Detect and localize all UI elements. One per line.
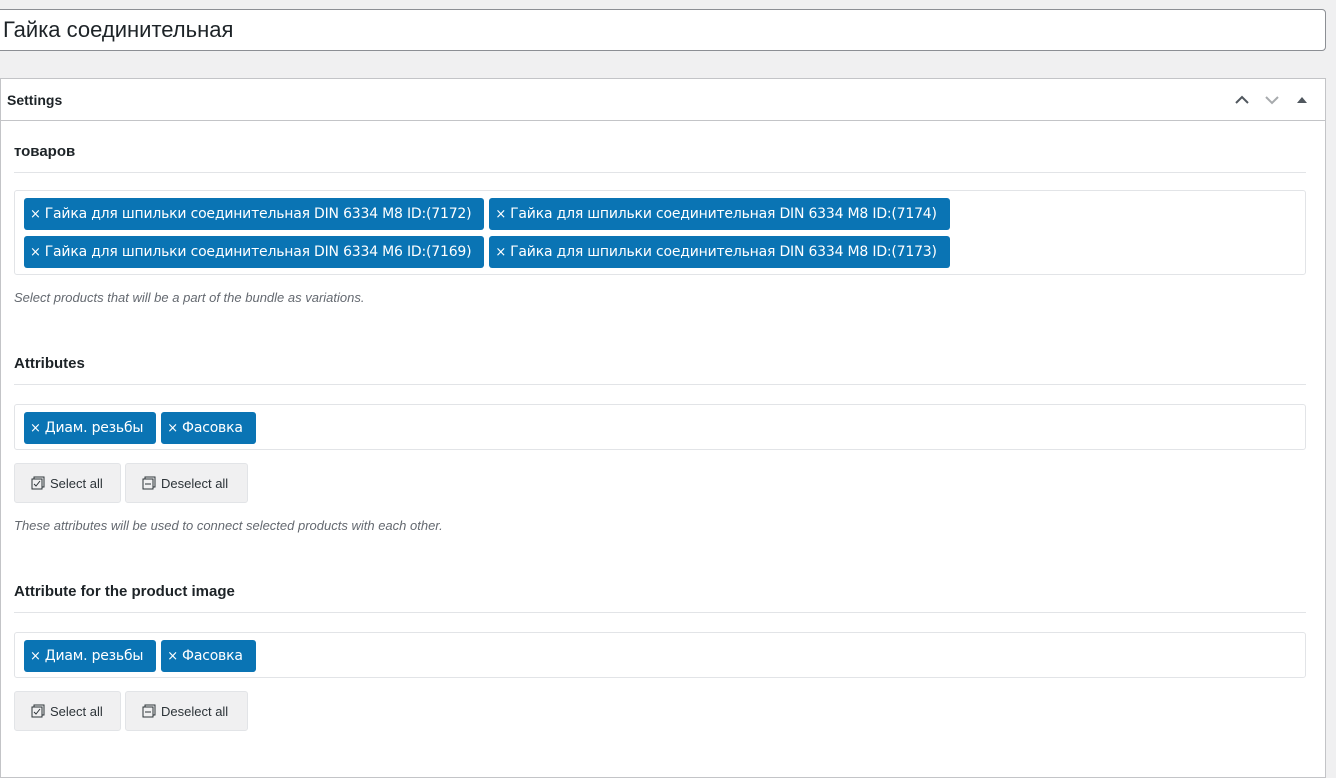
image-attribute-select-all-button[interactable]: Select all <box>14 691 121 731</box>
remove-tag-icon[interactable]: × <box>495 245 506 260</box>
remove-tag-icon[interactable]: × <box>30 421 41 436</box>
products-select-box[interactable]: × Гайка для шпильки соединительная DIN 63… <box>14 190 1306 275</box>
product-tag[interactable]: × Гайка для шпильки соединительная DIN 63… <box>24 236 485 268</box>
remove-tag-icon[interactable]: × <box>30 207 41 222</box>
checkbox-unchecked-icon <box>142 704 156 718</box>
image-attribute-select-box[interactable]: × Диам. резьбы × Фасовка <box>14 632 1306 678</box>
attribute-tag[interactable]: × Фасовка <box>161 640 256 672</box>
remove-tag-icon[interactable]: × <box>495 207 506 222</box>
checkbox-checked-icon <box>31 704 45 718</box>
attribute-tag[interactable]: × Фасовка <box>161 412 256 444</box>
attributes-heading: Attributes <box>14 343 1306 385</box>
attribute-tag[interactable]: × Диам. резьбы <box>24 640 157 672</box>
handle-actions <box>1229 79 1315 121</box>
product-tag[interactable]: × Гайка для шпильки соединительная DIN 63… <box>489 236 950 268</box>
remove-tag-icon[interactable]: × <box>167 649 178 664</box>
attributes-description: These attributes will be used to connect… <box>14 518 443 533</box>
image-attribute-deselect-all-button[interactable]: Deselect all <box>125 691 248 731</box>
triangle-up-icon[interactable] <box>1289 87 1315 113</box>
attributes-select-all-button[interactable]: Select all <box>14 463 121 503</box>
attribute-tag[interactable]: × Диам. резьбы <box>24 412 157 444</box>
image-attribute-heading: Attribute for the product image <box>14 571 1306 613</box>
product-tag[interactable]: × Гайка для шпильки соединительная DIN 63… <box>24 198 485 230</box>
page-scrollbar[interactable] <box>1326 0 1336 747</box>
checkbox-checked-icon <box>31 476 45 490</box>
attributes-deselect-all-button[interactable]: Deselect all <box>125 463 248 503</box>
products-description: Select products that will be a part of t… <box>14 290 365 305</box>
product-title-input[interactable]: Гайка соединительная <box>0 9 1326 51</box>
remove-tag-icon[interactable]: × <box>167 421 178 436</box>
products-heading: товаров <box>14 131 1306 173</box>
chevron-down-icon[interactable] <box>1259 87 1285 113</box>
postbox-header: Settings <box>1 79 1325 121</box>
remove-tag-icon[interactable]: × <box>30 649 41 664</box>
settings-postbox: Settings товаров × Гайка для шпильки соед… <box>0 78 1326 778</box>
remove-tag-icon[interactable]: × <box>30 245 41 260</box>
product-tag[interactable]: × Гайка для шпильки соединительная DIN 63… <box>489 198 950 230</box>
attributes-select-box[interactable]: × Диам. резьбы × Фасовка <box>14 404 1306 450</box>
postbox-title: Settings <box>7 92 63 108</box>
chevron-up-icon[interactable] <box>1229 87 1255 113</box>
checkbox-unchecked-icon <box>142 476 156 490</box>
